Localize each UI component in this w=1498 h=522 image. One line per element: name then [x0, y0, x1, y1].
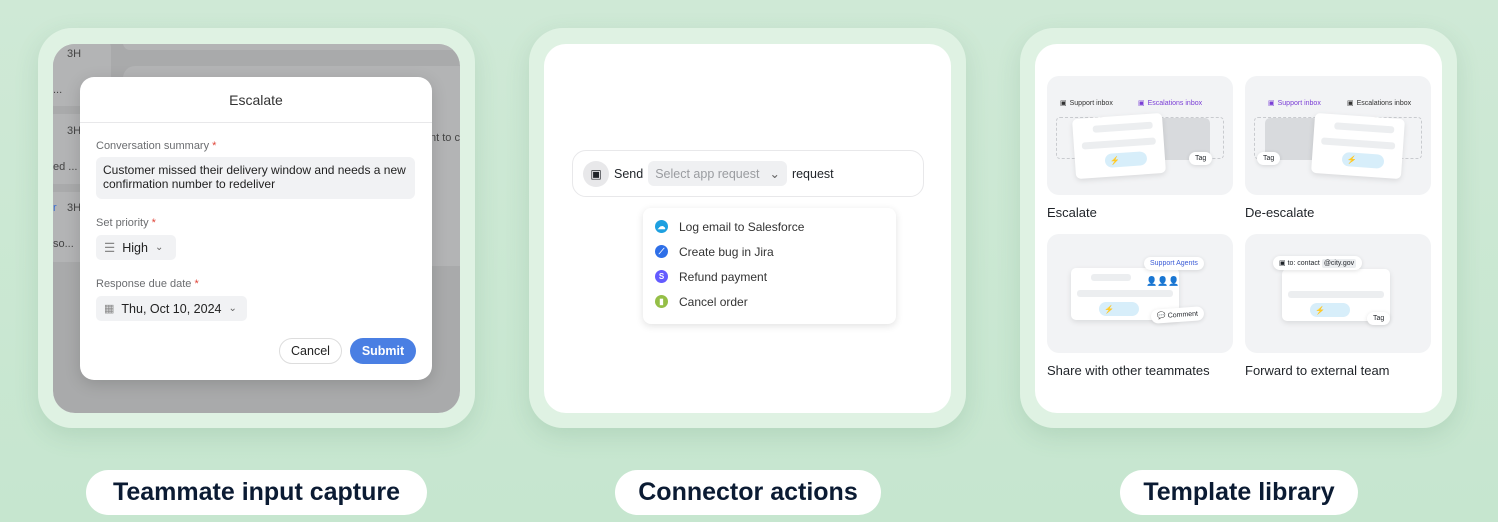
- due-date-select[interactable]: ▦ Thu, Oct 10, 2024 ⌄: [96, 296, 247, 321]
- bolt-icon: ⚡: [1104, 151, 1148, 168]
- inbox-icon: ▣: [1268, 100, 1275, 107]
- panel-label: Teammate input capture: [86, 470, 427, 515]
- summary-label: Conversation summary *: [96, 140, 217, 152]
- tag-chip: Tag: [1257, 152, 1281, 165]
- panel-label: Connector actions: [615, 470, 881, 515]
- template-share[interactable]: ⚡ Support Agents 👤👤👤 💬 Comment: [1047, 234, 1233, 353]
- support-inbox-chip: ▣ Support inbox: [1060, 99, 1113, 108]
- bolt-icon: ⚡: [1310, 303, 1350, 317]
- inbox-icon: ▣: [1347, 100, 1354, 107]
- jira-icon: ⟋: [655, 245, 668, 258]
- truncated-text: ed ...: [53, 161, 78, 173]
- template-title: Forward to external team: [1245, 363, 1390, 378]
- support-agents-chip: Support Agents: [1144, 257, 1204, 270]
- app-box-icon: ▣: [583, 160, 609, 187]
- shopify-icon: ▮: [655, 295, 668, 308]
- menu-item-jira[interactable]: ⟋ Create bug in Jira: [643, 239, 896, 264]
- due-date-label: Response due date *: [96, 278, 199, 290]
- priority-select[interactable]: ☰ High ⌄: [96, 235, 176, 260]
- salesforce-icon: ☁: [655, 220, 668, 233]
- truncated-text: nt to c: [430, 132, 460, 144]
- tag-chip: Tag: [1367, 312, 1391, 325]
- menu-item-refund[interactable]: S Refund payment: [643, 264, 896, 289]
- chevron-down-icon: ⌄: [154, 242, 164, 253]
- truncated-text: so...: [53, 238, 74, 250]
- menu-item-salesforce[interactable]: ☁ Log email to Salesforce: [643, 214, 896, 239]
- template-title: Escalate: [1047, 205, 1097, 220]
- app-request-dropdown: ☁ Log email to Salesforce ⟋ Create bug in …: [643, 208, 896, 324]
- panel-screen: 3H ... 3H ed ... r 3H so... nt to c Esca…: [53, 44, 460, 413]
- stripe-icon: S: [655, 270, 668, 283]
- template-escalate[interactable]: ▣ Support inbox ▣ Escalations inbox ⚡ Tag: [1047, 76, 1233, 195]
- submit-button[interactable]: Submit: [350, 338, 416, 364]
- template-forward[interactable]: ⚡ ▣ to: contact @city.gov Tag: [1245, 234, 1431, 353]
- inbox-icon: ▣: [1060, 100, 1067, 107]
- panel-label: Template library: [1120, 470, 1358, 515]
- template-library-panel: ▣ Support inbox ▣ Escalations inbox ⚡ Tag …: [1020, 28, 1457, 428]
- teammate-input-panel: 3H ... 3H ed ... r 3H so... nt to c Esca…: [38, 28, 475, 428]
- calendar-icon: ▦: [104, 303, 115, 315]
- panel-screen: ▣ Send Select app request ⌄ request ☁ Log …: [544, 44, 951, 413]
- cancel-button[interactable]: Cancel: [279, 338, 342, 364]
- tag-chip: Tag: [1189, 152, 1213, 165]
- truncated-text: r: [53, 202, 57, 214]
- panel-screen: ▣ Support inbox ▣ Escalations inbox ⚡ Tag …: [1035, 44, 1442, 413]
- menu-item-cancel-order[interactable]: ▮ Cancel order: [643, 289, 896, 314]
- template-title: De-escalate: [1245, 205, 1315, 220]
- list-icon: ☰: [104, 241, 116, 255]
- request-label: request: [791, 166, 834, 181]
- escalations-inbox-chip: ▣ Escalations inbox: [1347, 99, 1412, 108]
- comment-chip: 💬 Comment: [1150, 306, 1205, 324]
- connector-actions-panel: ▣ Send Select app request ⌄ request ☁ Log …: [529, 28, 966, 428]
- time-label: 3H: [67, 125, 82, 137]
- forward-to-chip: ▣ to: contact @city.gov: [1273, 256, 1363, 270]
- escalations-inbox-chip: ▣ Escalations inbox: [1138, 99, 1203, 108]
- bolt-icon: ⚡: [1099, 302, 1139, 316]
- support-inbox-chip: ▣ Support inbox: [1268, 99, 1321, 108]
- template-title: Share with other teammates: [1047, 363, 1210, 378]
- bolt-icon: ⚡: [1341, 151, 1385, 169]
- priority-label: Set priority *: [96, 217, 156, 229]
- modal-title: Escalate: [80, 77, 432, 123]
- template-de-escalate[interactable]: ▣ Support inbox ▣ Escalations inbox ⚡ Tag: [1245, 76, 1431, 195]
- time-label: 3H: [67, 202, 82, 214]
- chevron-down-icon: ⌄: [769, 167, 780, 181]
- summary-textarea[interactable]: Customer missed their delivery window an…: [96, 157, 415, 199]
- send-request-bar: ▣ Send Select app request ⌄ request: [572, 150, 924, 197]
- time-label: 3H: [67, 48, 82, 60]
- inbox-icon: ▣: [1138, 100, 1145, 107]
- agent-avatars: 👤👤👤: [1146, 276, 1180, 286]
- chevron-down-icon: ⌄: [228, 303, 237, 314]
- send-label: Send: [614, 166, 644, 181]
- truncated-text: ...: [53, 84, 63, 96]
- app-request-select[interactable]: Select app request ⌄: [648, 161, 787, 186]
- escalate-modal: Escalate Conversation summary * Customer…: [80, 77, 432, 380]
